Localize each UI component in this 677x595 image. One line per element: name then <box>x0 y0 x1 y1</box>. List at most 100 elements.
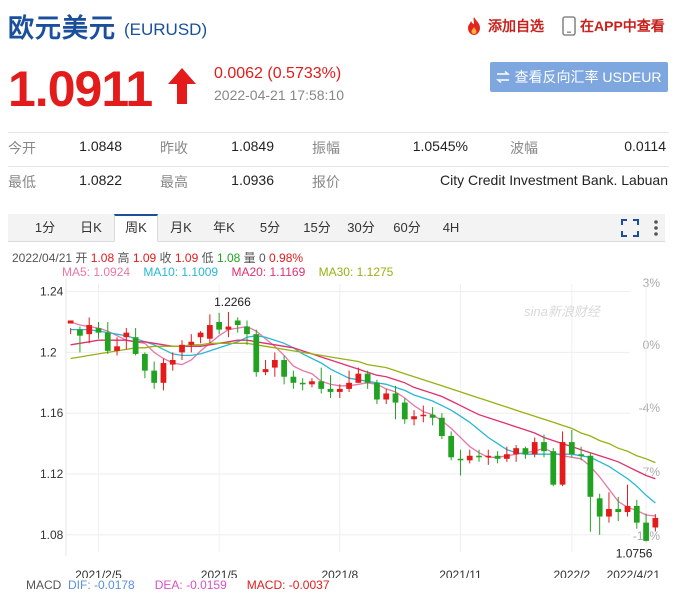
candle-body <box>188 341 195 345</box>
header: 欧元美元 (EURUSD) 添加自选 在APP中查看 <box>0 0 677 56</box>
candle-body <box>271 360 278 368</box>
tab-daily[interactable]: 日K <box>72 214 110 242</box>
candle-body <box>336 388 343 392</box>
ohlc-vol-label: 量 <box>243 251 256 265</box>
candle-body <box>67 320 74 324</box>
tab-monthly[interactable]: 月K <box>162 214 200 242</box>
current-price: 1.0911 <box>8 61 153 117</box>
candle-body <box>457 458 464 461</box>
fullscreen-icon[interactable] <box>621 219 639 237</box>
sina-watermark: sina新浪财经 <box>524 304 602 319</box>
stat-value-open: 1.0848 <box>79 138 122 154</box>
candle-body <box>234 320 241 326</box>
candle-body <box>494 455 501 459</box>
tab-weekly[interactable]: 周K <box>114 214 158 242</box>
ohlc-open-label: 开 <box>75 251 88 265</box>
candle-body <box>522 448 529 455</box>
candle-body <box>206 325 213 339</box>
candle-body <box>253 334 260 373</box>
ma-line-ma20 <box>70 339 656 480</box>
add-favorite-button[interactable]: 添加自选 <box>464 16 544 36</box>
tab-60min[interactable]: 60分 <box>388 214 426 242</box>
candle-body <box>383 393 390 400</box>
flame-icon <box>468 17 480 35</box>
candle-body <box>262 369 269 373</box>
macd-macd: MACD: -0.0037 <box>246 578 330 592</box>
candle-body <box>392 393 399 403</box>
x-tick-label: 2022/2 <box>553 568 590 578</box>
candle-body <box>485 455 492 458</box>
pct-tick-label: -4% <box>639 401 661 415</box>
stat-label-high: 最高 <box>160 174 188 190</box>
candle-body <box>346 382 352 389</box>
candle-body <box>169 360 176 365</box>
ohlc-date: 2022/04/21 <box>12 251 73 265</box>
candle-body <box>466 455 473 461</box>
tab-30min[interactable]: 30分 <box>342 214 380 242</box>
pct-tick-label: 0% <box>643 338 661 352</box>
candle-body <box>401 402 408 420</box>
candle-body <box>633 505 640 523</box>
candle-body <box>643 522 649 541</box>
candle-body <box>123 332 130 338</box>
x-tick-label: 2021/11 <box>439 568 482 578</box>
ma30-value: MA30: 1.1275 <box>318 265 394 279</box>
ma-line-ma5 <box>70 321 656 517</box>
x-tick-label: 2021/8 <box>321 568 358 578</box>
candle-body <box>355 373 362 383</box>
stat-value-quoter: City Credit Investment Bank. Labuan <box>439 172 668 188</box>
x-tick-label: 2022/4/21 <box>607 568 661 578</box>
stat-value-range: 0.0114 <box>624 138 666 154</box>
candle-body <box>290 376 297 383</box>
candle-body <box>197 332 204 338</box>
more-icon[interactable] <box>653 219 659 237</box>
tab-4h[interactable]: 4H <box>436 214 466 242</box>
candle-body <box>104 332 111 351</box>
tab-tools <box>621 219 659 237</box>
kline-chart[interactable]: 1.241.21.161.121.083%0%-4%-7%-11%2021/2/… <box>0 278 677 578</box>
candle-body <box>225 326 232 330</box>
ohlc-low-label: 低 <box>201 251 214 265</box>
candle-body <box>179 344 185 353</box>
ohlc-high: 1.09 <box>132 251 157 265</box>
view-in-app-button[interactable]: 在APP中查看 <box>562 16 665 36</box>
candle-body <box>439 417 445 436</box>
add-favorite-label: 添加自选 <box>488 18 544 34</box>
tab-15min[interactable]: 15分 <box>298 214 336 242</box>
candle-body <box>615 508 622 512</box>
stat-value-high: 1.0936 <box>231 172 274 188</box>
quote-time: 2022-04-21 17:58:10 <box>214 87 344 103</box>
ma5-value: MA5: 1.0924 <box>62 265 131 279</box>
candle-body <box>624 505 631 512</box>
y-tick-label: 1.08 <box>40 528 64 542</box>
stat-label-prev-close: 昨收 <box>160 140 188 156</box>
price-change: 0.0062 (0.5733%) <box>214 65 342 82</box>
stats-row: 最低 1.0822 最高 1.0936 报价 City Credit Inves… <box>0 166 677 200</box>
candle-body <box>550 451 557 485</box>
ohlc-vol: 0 <box>259 251 266 265</box>
page-title: 欧元美元 <box>8 13 117 43</box>
tab-1min[interactable]: 1分 <box>28 214 62 242</box>
tab-5min[interactable]: 5分 <box>254 214 286 242</box>
candle-body <box>568 442 575 455</box>
swap-icon <box>496 71 511 83</box>
candle-body <box>596 498 603 517</box>
candle-body <box>114 346 120 351</box>
ohlc-pct: 0.98% <box>269 251 304 265</box>
candle-body <box>559 442 566 485</box>
ohlc-open: 1.08 <box>90 251 115 265</box>
candle-body <box>374 382 380 400</box>
tab-yearly[interactable]: 年K <box>204 214 244 242</box>
candle-body <box>606 508 612 517</box>
ohlc-close: 1.09 <box>174 251 199 265</box>
candle-body <box>587 455 594 497</box>
reverse-rate-button[interactable]: 查看反向汇率 USDEUR <box>490 62 668 92</box>
y-tick-label: 1.12 <box>40 467 64 481</box>
candle-body <box>86 325 93 335</box>
ma20-value: MA20: 1.1169 <box>231 265 306 279</box>
candle-body <box>160 363 167 383</box>
macd-dea: DEA: -0.0159 <box>154 578 227 592</box>
stat-label-low: 最低 <box>8 174 36 190</box>
candle-body <box>513 448 520 455</box>
y-tick-label: 1.24 <box>40 285 64 299</box>
